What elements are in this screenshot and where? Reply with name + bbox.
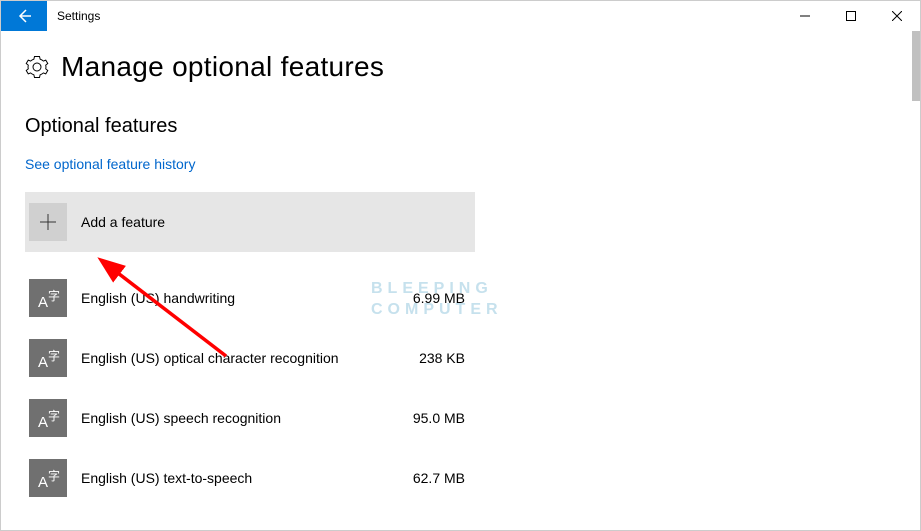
gear-icon — [25, 55, 49, 79]
feature-name: English (US) text-to-speech — [81, 470, 413, 486]
feature-size: 238 KB — [419, 350, 465, 366]
feature-row[interactable]: A字 English (US) optical character recogn… — [25, 328, 475, 388]
add-icon-box — [29, 203, 67, 241]
add-feature-button[interactable]: Add a feature — [25, 192, 475, 252]
maximize-button[interactable] — [828, 1, 874, 31]
plus-icon — [38, 212, 58, 232]
svg-text:字: 字 — [48, 348, 60, 363]
content-area: Manage optional features Optional featur… — [1, 31, 920, 508]
language-icon: A字 — [29, 339, 67, 377]
svg-text:字: 字 — [48, 468, 60, 483]
maximize-icon — [846, 11, 856, 21]
watermark: BLEEPING COMPUTER — [371, 279, 503, 321]
svg-text:字: 字 — [48, 288, 60, 303]
feature-history-link[interactable]: See optional feature history — [25, 156, 195, 172]
feature-size: 95.0 MB — [413, 410, 465, 426]
minimize-button[interactable] — [782, 1, 828, 31]
window-controls — [782, 1, 920, 31]
feature-name: English (US) speech recognition — [81, 410, 413, 426]
window-title: Settings — [57, 9, 100, 23]
minimize-icon — [800, 11, 810, 21]
svg-text:A: A — [38, 354, 48, 371]
svg-text:A: A — [38, 414, 48, 431]
svg-text:A: A — [38, 294, 48, 311]
language-icon: A字 — [29, 399, 67, 437]
language-icon: A字 — [29, 279, 67, 317]
language-icon: A字 — [29, 459, 67, 497]
feature-row[interactable]: A字 English (US) speech recognition 95.0 … — [25, 388, 475, 448]
add-feature-label: Add a feature — [81, 214, 165, 230]
back-button[interactable] — [1, 1, 47, 31]
close-icon — [892, 11, 902, 21]
close-button[interactable] — [874, 1, 920, 31]
feature-list: Add a feature A字 English (US) handwritin… — [25, 192, 475, 508]
feature-name: English (US) optical character recogniti… — [81, 350, 419, 366]
svg-text:字: 字 — [48, 408, 60, 423]
section-title: Optional features — [25, 115, 896, 138]
page-header: Manage optional features — [25, 51, 896, 83]
back-arrow-icon — [16, 8, 32, 24]
titlebar: Settings — [1, 1, 920, 31]
feature-row[interactable]: A字 English (US) text-to-speech 62.7 MB — [25, 448, 475, 508]
svg-text:A: A — [38, 474, 48, 491]
feature-name: English (US) handwriting — [81, 290, 413, 306]
feature-size: 62.7 MB — [413, 470, 465, 486]
page-title: Manage optional features — [61, 51, 384, 83]
